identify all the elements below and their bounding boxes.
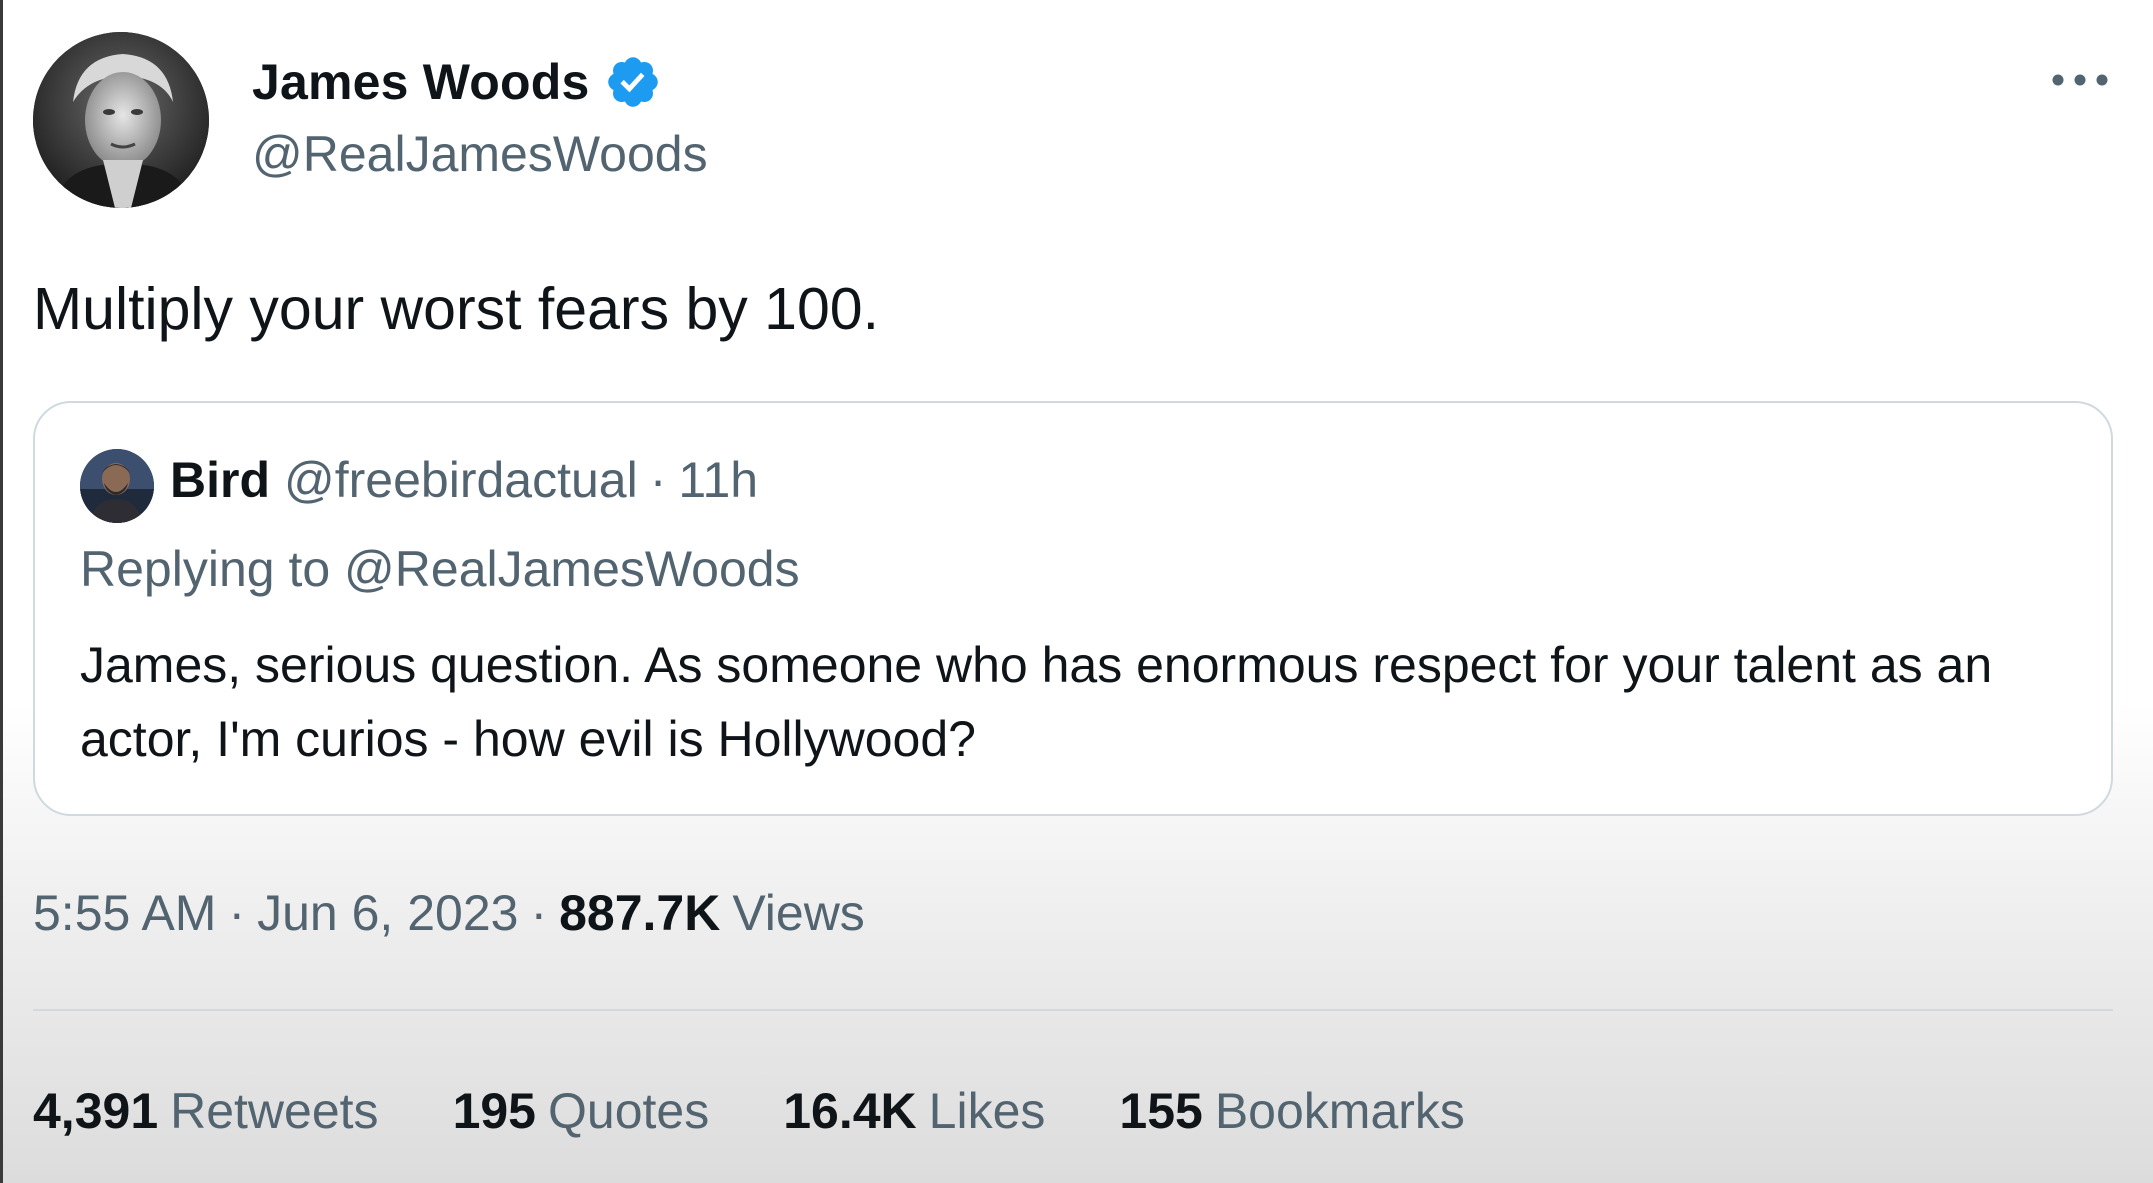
stat-label: Retweets — [170, 1083, 379, 1139]
author-display-name[interactable]: James Woods — [252, 53, 590, 111]
stat-count: 16.4K — [783, 1083, 917, 1139]
quote-header: Bird @freebirdactual · 11h — [170, 451, 758, 509]
stat-label: Likes — [928, 1083, 1046, 1139]
stat-count: 155 — [1119, 1083, 1203, 1139]
stat-label: Quotes — [548, 1083, 710, 1139]
views-count: 887.7K — [559, 885, 721, 941]
meta-separator: · — [530, 885, 548, 941]
quote-author-name[interactable]: Bird — [170, 451, 270, 509]
user-avatar-icon — [33, 32, 209, 208]
quote-replying-to: Replying to @RealJamesWoods — [80, 541, 800, 597]
stat-likes[interactable]: 16.4K Likes — [783, 1082, 1045, 1140]
stat-bookmarks[interactable]: 155 Bookmarks — [1119, 1082, 1465, 1140]
engagement-stats: 4,391 Retweets 195 Quotes 16.4K Likes 15… — [33, 1082, 1539, 1140]
tweet-text: Multiply your worst fears by 100. — [33, 276, 879, 342]
more-options-button[interactable] — [2040, 58, 2120, 102]
verified-badge-icon[interactable] — [604, 53, 662, 111]
stat-count: 4,391 — [33, 1083, 159, 1139]
quote-author-handle[interactable]: @freebirdactual — [284, 451, 638, 509]
quote-timestamp[interactable]: 11h — [678, 451, 758, 509]
author-name-row: James Woods — [252, 52, 662, 112]
stat-count: 195 — [452, 1083, 536, 1139]
more-options-icon — [2052, 74, 2108, 86]
stat-retweets[interactable]: 4,391 Retweets — [33, 1082, 379, 1140]
quoted-tweet-card[interactable]: Bird @freebirdactual · 11h Replying to @… — [33, 401, 2113, 816]
window-edge — [0, 0, 3, 1183]
divider — [33, 1009, 2113, 1011]
tweet-date[interactable]: Jun 6, 2023 — [257, 884, 518, 942]
user-avatar-icon — [80, 449, 154, 523]
quote-author-avatar[interactable] — [80, 449, 154, 523]
meta-separator: · — [228, 885, 246, 941]
quote-text: James, serious question. As someone who … — [80, 637, 1993, 767]
tweet-detail: James Woods @RealJamesWoods Multiply you… — [0, 0, 2153, 1183]
views-label: Views — [732, 885, 865, 941]
stat-label: Bookmarks — [1214, 1083, 1465, 1139]
stat-quotes[interactable]: 195 Quotes — [453, 1082, 710, 1140]
tweet-time[interactable]: 5:55 AM — [33, 884, 216, 942]
tweet-meta: 5:55 AM · Jun 6, 2023 · 887.7K Views — [33, 884, 865, 942]
author-avatar[interactable] — [33, 32, 209, 208]
author-handle[interactable]: @RealJamesWoods — [252, 125, 708, 183]
quote-separator: · — [649, 452, 667, 508]
